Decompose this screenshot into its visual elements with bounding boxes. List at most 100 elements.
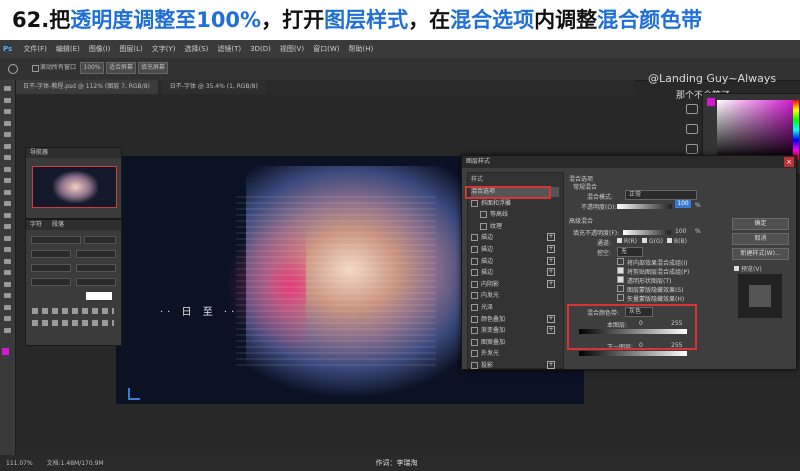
style-item[interactable]: 纹理 xyxy=(480,222,568,232)
style-checkbox[interactable] xyxy=(471,292,478,300)
menu-item[interactable]: 选择(S) xyxy=(184,40,208,58)
tool-icon[interactable] xyxy=(4,97,11,103)
font-size-field[interactable] xyxy=(31,250,71,258)
tab-document-2[interactable]: 日不-字体 @ 35.4% (1, RGB/8) xyxy=(161,80,266,94)
add-style-icon[interactable]: + xyxy=(547,279,555,288)
style-item[interactable]: 斜面和浮雕 xyxy=(471,199,559,209)
opacity-slider[interactable] xyxy=(617,204,672,209)
zoom-100-button[interactable]: 100% xyxy=(80,62,104,74)
tool-icon[interactable] xyxy=(4,293,11,298)
advanced-option[interactable]: 将剪贴图层混合成组(P) xyxy=(617,267,689,276)
properties-icon[interactable] xyxy=(686,124,698,134)
advanced-option[interactable]: 将内部效果混合成组(I) xyxy=(617,258,687,267)
style-item[interactable]: 颜色叠加 + xyxy=(471,314,559,325)
style-checkbox[interactable] xyxy=(480,222,487,230)
leading-field[interactable] xyxy=(76,250,116,258)
style-checkbox[interactable] xyxy=(471,304,478,311)
menu-item[interactable]: 编辑(E) xyxy=(56,40,80,58)
tab-character[interactable]: 字符 xyxy=(30,221,42,228)
style-item[interactable]: 图案叠加 xyxy=(471,338,559,348)
style-item[interactable]: 描边 + xyxy=(471,268,559,278)
menu-item[interactable]: 图像(I) xyxy=(89,40,111,58)
menu-item[interactable]: 窗口(W) xyxy=(313,40,339,58)
fill-screen-button[interactable]: 填充屏幕 xyxy=(138,62,168,74)
tool-icon[interactable] xyxy=(4,235,11,241)
menu-item[interactable]: 3D(D) xyxy=(250,40,271,58)
tool-icon[interactable] xyxy=(4,270,11,275)
tool-icon[interactable] xyxy=(4,155,11,160)
scroll-all-checkbox[interactable] xyxy=(32,65,39,72)
tab-document-1[interactable]: 日不-字体-教程.psd @ 112% (图层 7, RGB/8) xyxy=(15,80,158,94)
style-item[interactable]: 外发光 xyxy=(471,349,559,359)
style-checkbox[interactable] xyxy=(471,199,478,207)
style-item[interactable]: 描边 + xyxy=(471,245,559,255)
channel-b-checkbox[interactable]: B(B) xyxy=(667,238,687,245)
scale-vertical-field[interactable] xyxy=(31,278,71,286)
text-color-swatch[interactable] xyxy=(86,292,112,300)
style-checkbox[interactable] xyxy=(471,362,478,369)
style-checkbox[interactable] xyxy=(471,350,478,358)
menu-item[interactable]: 文字(Y) xyxy=(152,40,176,58)
tool-icon[interactable] xyxy=(4,224,11,229)
new-style-button[interactable]: 新建样式(W)... xyxy=(732,248,789,260)
tool-icon[interactable] xyxy=(4,327,11,333)
kerning-field[interactable] xyxy=(31,264,71,272)
knockout-select[interactable]: 无 xyxy=(617,247,643,257)
tool-icon[interactable] xyxy=(4,132,11,137)
history-icon[interactable] xyxy=(686,104,698,114)
tool-icon[interactable] xyxy=(4,316,11,321)
opacity-input[interactable]: 100 xyxy=(675,200,691,208)
cancel-button[interactable]: 取消 xyxy=(732,233,789,245)
advanced-option[interactable]: 图层蒙版隐藏效果(S) xyxy=(617,285,684,294)
tool-icon[interactable] xyxy=(4,247,11,252)
style-checkbox[interactable] xyxy=(480,211,487,219)
style-item[interactable]: 投影 + xyxy=(471,361,559,371)
menu-item[interactable]: 图层(L) xyxy=(119,40,142,58)
style-checkbox[interactable] xyxy=(471,327,478,335)
fill-opacity-value[interactable]: 100 xyxy=(675,228,686,235)
style-item[interactable]: 内发光 xyxy=(471,291,559,301)
tool-icon[interactable] xyxy=(4,201,11,206)
tool-icon[interactable] xyxy=(4,178,11,183)
advanced-option[interactable]: 矢量蒙版隐藏效果(H) xyxy=(617,294,684,303)
add-style-icon[interactable]: + xyxy=(547,268,555,277)
text-style-buttons[interactable] xyxy=(32,308,114,314)
menu-item[interactable]: 视图(V) xyxy=(280,40,304,58)
tool-icon[interactable] xyxy=(4,304,11,310)
fill-opacity-slider[interactable] xyxy=(623,230,671,235)
advanced-option[interactable]: 透明形状图层(T) xyxy=(617,276,671,285)
style-item[interactable]: 描边 + xyxy=(471,233,559,243)
tool-icon[interactable] xyxy=(4,212,11,218)
hand-tool-icon[interactable] xyxy=(8,64,18,74)
foreground-color-swatch[interactable] xyxy=(707,98,715,106)
menu-item[interactable]: 帮助(H) xyxy=(348,40,373,58)
style-checkbox[interactable] xyxy=(471,269,478,277)
tool-icon[interactable] xyxy=(4,109,11,114)
opentype-buttons[interactable] xyxy=(32,320,114,326)
adjustments-icon[interactable] xyxy=(686,144,698,154)
blend-mode-select[interactable]: 正常 xyxy=(625,190,697,200)
fit-screen-button[interactable]: 适合屏幕 xyxy=(106,62,136,74)
style-item[interactable]: 内阴影 + xyxy=(471,279,559,290)
channel-r-checkbox[interactable]: R(R) xyxy=(617,238,637,245)
tab-paragraph[interactable]: 段落 xyxy=(52,221,64,228)
tool-icon[interactable] xyxy=(4,120,11,126)
foreground-color-icon[interactable] xyxy=(2,348,9,355)
close-icon[interactable]: × xyxy=(784,157,794,167)
tool-icon[interactable] xyxy=(4,166,11,172)
style-checkbox[interactable] xyxy=(471,246,478,253)
style-item[interactable]: 等高线 xyxy=(480,210,568,220)
ok-button[interactable]: 确定 xyxy=(732,218,789,230)
hue-slider[interactable] xyxy=(793,100,799,160)
style-checkbox[interactable] xyxy=(471,280,478,288)
tool-icon[interactable] xyxy=(4,86,11,91)
color-field[interactable] xyxy=(717,100,793,160)
style-checkbox[interactable] xyxy=(471,257,478,265)
add-style-icon[interactable]: + xyxy=(547,314,555,323)
tracking-field[interactable] xyxy=(76,264,116,272)
style-item[interactable]: 描边 + xyxy=(471,256,559,267)
add-style-icon[interactable]: + xyxy=(547,361,555,369)
style-item[interactable]: 渐变叠加 + xyxy=(471,326,559,336)
add-style-icon[interactable]: + xyxy=(547,256,555,265)
under-layer-slider[interactable] xyxy=(579,351,687,356)
